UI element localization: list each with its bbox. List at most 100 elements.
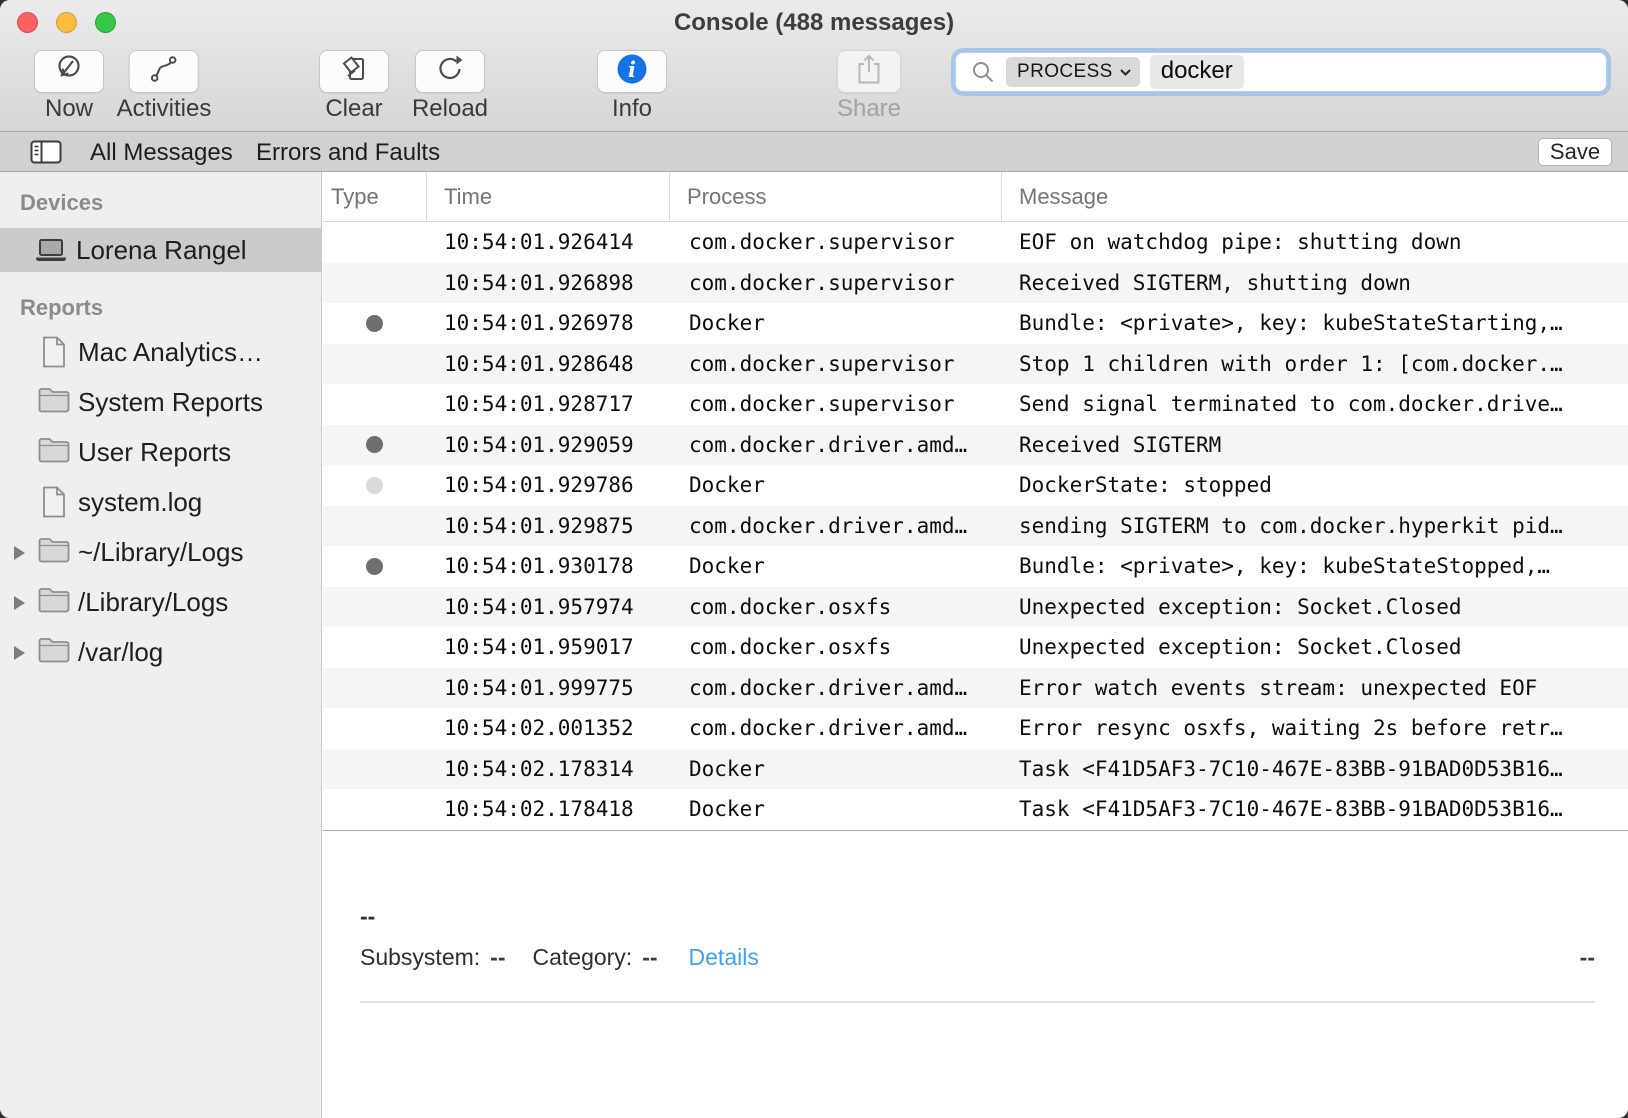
details-link[interactable]: Details <box>689 944 759 971</box>
disclosure-triangle-icon[interactable] <box>14 596 25 610</box>
log-type-dot <box>366 477 383 494</box>
log-time: 10:54:01.929875 <box>426 514 669 538</box>
sidebar-report-item[interactable]: /var/log <box>0 627 321 677</box>
search-term[interactable]: docker <box>1150 55 1244 89</box>
table-row[interactable]: 10:54:02.178314 Docker Task <F41D5AF3-7C… <box>323 749 1628 790</box>
log-time: 10:54:01.929786 <box>426 473 669 497</box>
tab-all-messages[interactable]: All Messages <box>90 132 233 171</box>
detail-right-value: -- <box>1580 944 1595 971</box>
log-process: Docker <box>669 554 1001 578</box>
detail-divider <box>360 1001 1595 1003</box>
table-row[interactable]: 10:54:01.959017 com.docker.osxfs Unexpec… <box>323 627 1628 668</box>
table-row[interactable]: 10:54:01.926978 Docker Bundle: <private>… <box>323 303 1628 344</box>
sidebar-item-device[interactable]: Lorena Rangel <box>0 228 321 272</box>
log-type-dot <box>366 315 383 332</box>
table-row[interactable]: 10:54:01.928717 com.docker.supervisor Se… <box>323 384 1628 425</box>
sidebar-report-item[interactable]: System Reports <box>0 377 321 427</box>
sidebar-toggle-button[interactable] <box>30 140 62 164</box>
log-process: Docker <box>669 311 1001 335</box>
log-process: com.docker.supervisor <box>669 271 1001 295</box>
sidebar-item-label: User Reports <box>78 427 231 478</box>
log-message: Bundle: <private>, key: kubeStateStartin… <box>1001 311 1628 335</box>
console-window: Console (488 messages) Now Activities Cl… <box>0 0 1628 1118</box>
main-pane: Type Time Process Message 10:54:01.92641… <box>323 172 1628 1118</box>
log-time: 10:54:02.178418 <box>426 797 669 821</box>
log-message: Received SIGTERM, shutting down <box>1001 271 1628 295</box>
column-header-time[interactable]: Time <box>426 172 669 221</box>
tab-errors-and-faults[interactable]: Errors and Faults <box>256 132 440 171</box>
table-row[interactable]: 10:54:01.928648 com.docker.supervisor St… <box>323 344 1628 385</box>
table-row[interactable]: 10:54:01.929786 Docker DockerState: stop… <box>323 465 1628 506</box>
sidebar-report-item[interactable]: /Library/Logs <box>0 577 321 627</box>
table-row[interactable]: 10:54:02.001352 com.docker.driver.amd… E… <box>323 708 1628 749</box>
log-type-dot <box>366 558 383 575</box>
log-message: Bundle: <private>, key: kubeStateStopped… <box>1001 554 1628 578</box>
share-button[interactable]: Share <box>837 50 901 122</box>
log-message: Task <F41D5AF3-7C10-467E-83BB-91BAD0D53B… <box>1001 797 1628 821</box>
log-process: com.docker.driver.amd… <box>669 676 1001 700</box>
device-label: Lorena Rangel <box>76 228 247 273</box>
log-message: EOF on watchdog pipe: shutting down <box>1001 230 1628 254</box>
activities-icon <box>148 53 180 90</box>
column-header-message[interactable]: Message <box>1001 172 1628 221</box>
table-header: Type Time Process Message <box>323 172 1628 222</box>
sidebar-item-label: /var/log <box>78 627 163 678</box>
table-row[interactable]: 10:54:01.929875 com.docker.driver.amd… s… <box>323 506 1628 547</box>
share-icon <box>854 52 884 91</box>
log-time: 10:54:02.001352 <box>426 716 669 740</box>
now-icon <box>53 53 85 90</box>
chevron-down-icon <box>1119 68 1132 77</box>
search-field[interactable]: PROCESS docker <box>955 52 1607 92</box>
log-process: Docker <box>669 797 1001 821</box>
table-row[interactable]: 10:54:01.930178 Docker Bundle: <private>… <box>323 546 1628 587</box>
log-process: com.docker.osxfs <box>669 635 1001 659</box>
save-button[interactable]: Save <box>1538 138 1612 166</box>
sidebar-report-item[interactable]: ~/Library/Logs <box>0 527 321 577</box>
document-icon <box>41 336 67 368</box>
log-time: 10:54:01.929059 <box>426 433 669 457</box>
sidebar: Devices Lorena Rangel Reports Mac Analyt… <box>0 172 322 1118</box>
window-title: Console (488 messages) <box>0 0 1628 44</box>
clear-button[interactable]: Clear <box>319 50 389 122</box>
titlebar[interactable]: Console (488 messages) <box>0 0 1628 44</box>
laptop-icon <box>34 238 68 267</box>
table-row[interactable]: 10:54:01.926414 com.docker.supervisor EO… <box>323 222 1628 263</box>
disclosure-triangle-icon[interactable] <box>14 646 25 660</box>
log-message: Error watch events stream: unexpected EO… <box>1001 676 1628 700</box>
log-time: 10:54:01.959017 <box>426 635 669 659</box>
column-header-process[interactable]: Process <box>669 172 1001 221</box>
table-row[interactable]: 10:54:01.957974 com.docker.osxfs Unexpec… <box>323 587 1628 628</box>
category-label: Category: <box>532 944 632 971</box>
window-chrome: Console (488 messages) Now Activities Cl… <box>0 0 1628 132</box>
filter-bar: All Messages Errors and Faults Save <box>0 132 1628 172</box>
log-message: Error resync osxfs, waiting 2s before re… <box>1001 716 1628 740</box>
log-process: Docker <box>669 757 1001 781</box>
log-process: com.docker.driver.amd… <box>669 433 1001 457</box>
table-row[interactable]: 10:54:01.999775 com.docker.driver.amd… E… <box>323 668 1628 709</box>
folder-icon <box>38 537 70 563</box>
log-message: Task <F41D5AF3-7C10-467E-83BB-91BAD0D53B… <box>1001 757 1628 781</box>
now-button[interactable]: Now <box>34 50 104 122</box>
reload-button[interactable]: Reload <box>412 50 488 122</box>
info-button[interactable]: i Info <box>597 50 667 122</box>
sidebar-report-item[interactable]: User Reports <box>0 427 321 477</box>
document-icon <box>41 486 67 518</box>
sidebar-report-item[interactable]: system.log <box>0 477 321 527</box>
sidebar-item-label: system.log <box>78 477 202 528</box>
search-scope-label: PROCESS <box>1017 61 1113 83</box>
table-row[interactable]: 10:54:01.926898 com.docker.supervisor Re… <box>323 263 1628 304</box>
sidebar-report-item[interactable]: Mac Analytics… <box>0 327 321 377</box>
disclosure-triangle-icon[interactable] <box>14 546 25 560</box>
table-row[interactable]: 10:54:02.178418 Docker Task <F41D5AF3-7C… <box>323 789 1628 830</box>
log-type-cell <box>323 315 426 332</box>
log-time: 10:54:01.930178 <box>426 554 669 578</box>
column-header-type[interactable]: Type <box>323 172 426 221</box>
log-process: com.docker.osxfs <box>669 595 1001 619</box>
reports-list: Mac Analytics… System Reports User Repor… <box>0 327 321 677</box>
sidebar-item-label: ~/Library/Logs <box>78 527 243 578</box>
search-scope-token[interactable]: PROCESS <box>1006 57 1140 87</box>
svg-text:i: i <box>628 57 636 82</box>
log-message: Unexpected exception: Socket.Closed <box>1001 595 1628 619</box>
activities-button[interactable]: Activities <box>117 50 212 122</box>
table-row[interactable]: 10:54:01.929059 com.docker.driver.amd… R… <box>323 425 1628 466</box>
